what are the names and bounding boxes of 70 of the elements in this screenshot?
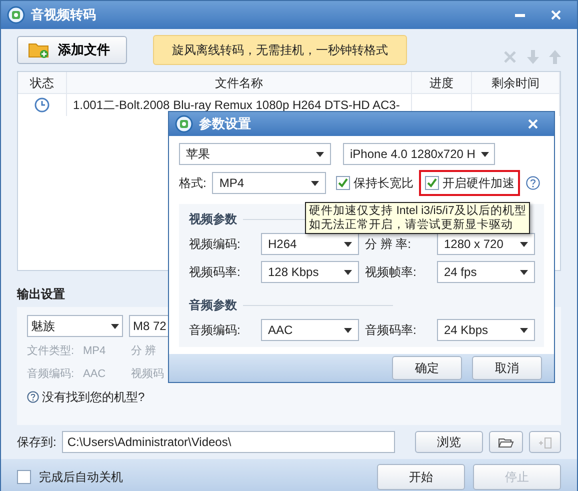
start-button[interactable]: 开始 [377, 464, 465, 490]
help-link[interactable]: 没有找到您的机型? [42, 388, 145, 406]
app-icon [7, 6, 25, 24]
close-icon [528, 119, 538, 129]
format-dropdown[interactable]: MP4 [212, 172, 326, 194]
field-label: 分 辨 率: [365, 236, 412, 253]
caret-icon [344, 242, 352, 246]
group-title: 视频参数 [189, 211, 237, 228]
cancel-button[interactable]: 取消 [472, 356, 542, 380]
checkbox[interactable] [336, 176, 350, 190]
window-title: 音视频转码 [31, 6, 96, 24]
dropdown[interactable]: H264 [261, 233, 359, 255]
checkbox-label: 保持长宽比 [353, 175, 414, 192]
brand-dropdown[interactable]: 魅族 [27, 315, 123, 337]
add-file-button[interactable]: 添加文件 [17, 36, 127, 64]
field-label: 视频码率: [189, 264, 242, 281]
info-value: MP4 [83, 344, 107, 359]
model-dropdown[interactable]: iPhone 4.0 1280x720 H [343, 143, 495, 165]
dropdown[interactable]: 24 Kbps [437, 319, 535, 341]
checkbox-label: 开启硬件加速 [442, 175, 514, 192]
promo-banner: 旋风离线转码，无需挂机，一秒钟转格式 [153, 35, 407, 65]
info-label: 分 辨 [131, 344, 158, 359]
group-title: 音频参数 [189, 297, 237, 314]
window-title: 参数设置 [199, 115, 251, 134]
field-label: 视频帧率: [365, 264, 418, 281]
save-label: 保存到: [17, 434, 56, 451]
minimize-icon [515, 14, 525, 16]
folder-icon [498, 436, 514, 449]
save-path-field[interactable]: C:\Users\Administrator\Videos\ [62, 431, 395, 453]
folder-add-icon [28, 41, 50, 59]
dropdown[interactable]: 128 Kbps [261, 261, 359, 283]
app-icon [175, 115, 193, 133]
info-label: 文件类型: [27, 344, 76, 359]
caret-icon [311, 180, 320, 186]
shutdown-checkbox[interactable] [17, 470, 31, 484]
dropdown[interactable]: 24 fps [437, 261, 535, 283]
format-label: 格式: [179, 175, 206, 192]
check-icon [337, 177, 350, 189]
section-title: 输出设置 [17, 286, 65, 303]
column-header: 进度 [412, 72, 472, 93]
column-header: 文件名称 [67, 72, 412, 93]
checkbox[interactable] [425, 176, 440, 190]
tooltip: 硬件加速仅支持 Intel i3/i5/i7及以后的机型 如无法正常开启，请尝试更新显卡驱动 [305, 202, 530, 234]
open-folder-button[interactable] [489, 431, 523, 453]
help-icon[interactable] [27, 391, 39, 403]
field-label: 音频码率: [365, 322, 418, 339]
info-label: 音频编码: [27, 366, 76, 382]
caret-icon [316, 152, 324, 156]
ok-button[interactable]: 确定 [392, 356, 462, 380]
info-value: AAC [83, 366, 107, 382]
field-label: 音频编码: [189, 322, 242, 339]
brand-dropdown[interactable]: 苹果 [179, 143, 331, 165]
help-icon[interactable] [526, 176, 540, 190]
column-header: 状态 [18, 72, 67, 93]
checkbox-label: 完成后自动关机 [39, 469, 123, 486]
caret-icon [481, 152, 490, 156]
info-label: 视频码 [131, 366, 165, 382]
check-icon [426, 177, 438, 189]
caret-icon [520, 242, 528, 246]
caret-icon [344, 328, 352, 332]
dropdown[interactable]: AAC [261, 319, 359, 341]
caret-icon [520, 328, 528, 332]
caret-icon [111, 324, 119, 328]
browse-button[interactable]: 浏览 [415, 431, 483, 453]
clock-icon [34, 97, 50, 113]
close-icon [551, 10, 561, 20]
field-label: 视频编码: [189, 236, 242, 253]
dropdown[interactable]: 1280 x 720 [437, 233, 535, 255]
column-header: 剩余时间 [472, 72, 560, 93]
plus-icon [538, 436, 552, 449]
